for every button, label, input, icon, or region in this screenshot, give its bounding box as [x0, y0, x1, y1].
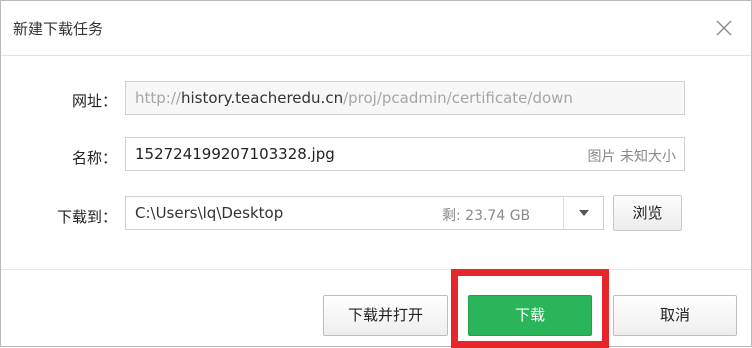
chevron-down-icon[interactable]: [563, 197, 604, 229]
save-path-value: C:\Users\lq\Desktop: [135, 204, 284, 222]
name-label: 名称：: [71, 149, 117, 167]
download-and-open-button[interactable]: 下载并打开: [323, 295, 448, 336]
url-field[interactable]: http://history.teacheredu.cn/proj/pcadmi…: [125, 81, 685, 115]
cancel-button[interactable]: 取消: [613, 295, 737, 336]
footer-divider: [1, 269, 751, 270]
download-button[interactable]: 下载: [468, 295, 592, 336]
close-icon[interactable]: [715, 19, 733, 37]
title-bar: 新建下载任务: [1, 1, 751, 56]
url-host: history.teacheredu.cn: [180, 89, 344, 107]
file-type-hint: 图片 未知大小: [587, 149, 676, 165]
save-path-field[interactable]: C:\Users\lq\Desktop 剩: 23.74 GB: [125, 196, 604, 230]
filename-field[interactable]: 152724199207103328.jpg 图片 未知大小: [125, 137, 685, 171]
filename-value: 152724199207103328.jpg: [135, 145, 335, 163]
free-space-text: 剩: 23.74 GB: [442, 208, 531, 224]
url-path: /proj/pcadmin/certificate/down: [343, 89, 573, 107]
dialog-title: 新建下载任务: [13, 20, 104, 38]
new-download-dialog: 新建下载任务 网址： http://history.teacheredu.cn/…: [0, 0, 752, 348]
url-value: http://history.teacheredu.cn/proj/pcadmi…: [135, 89, 683, 107]
save-path-label: 下载到：: [56, 208, 117, 226]
browse-button[interactable]: 浏览: [613, 195, 682, 231]
url-prefix: http://: [135, 89, 181, 107]
url-label: 网址：: [71, 92, 117, 110]
